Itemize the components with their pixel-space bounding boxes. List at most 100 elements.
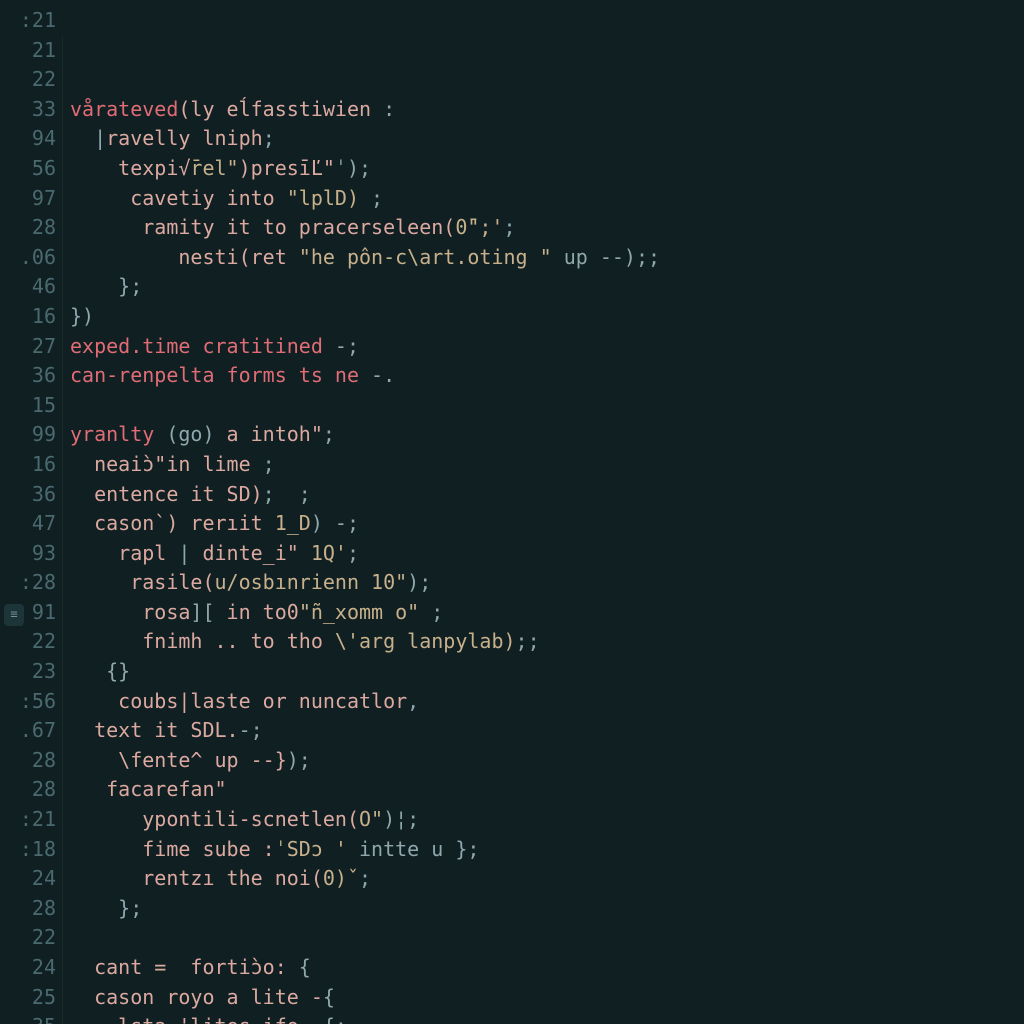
line-number: :21	[0, 805, 56, 835]
token: {	[299, 955, 311, 979]
line-number: 16	[0, 302, 56, 332]
token: intte u };	[347, 837, 479, 861]
token: r̄el"	[190, 156, 238, 180]
token: \fente^ up --}	[70, 748, 287, 772]
code-line[interactable]	[70, 923, 1024, 953]
token: vårateved	[70, 97, 178, 121]
code-line[interactable]: text it SDL.-;	[70, 716, 1024, 746]
token: ;	[263, 126, 275, 150]
code-line[interactable]: nesti(ret "he pôn-c\art.oting " up --);;	[70, 243, 1024, 273]
code-line[interactable]: neaiɔ̀"in lime ;	[70, 450, 1024, 480]
token: ;	[359, 186, 383, 210]
code-line[interactable]: fnimh .. to tho \'arg lanpylab);;	[70, 627, 1024, 657]
line-number: 23	[0, 657, 56, 687]
token: lsta 'lites_ifo.	[70, 1014, 323, 1024]
token: in to0	[215, 600, 299, 624]
token: );	[287, 748, 311, 772]
token: a intoh"	[215, 422, 323, 446]
token: ; ;	[263, 482, 311, 506]
token: ) -;	[311, 511, 359, 535]
code-line[interactable]: entence it SD); ;	[70, 480, 1024, 510]
token: yranlty	[70, 422, 166, 446]
code-line[interactable]: };	[70, 272, 1024, 302]
token: );	[407, 570, 431, 594]
line-number: :56	[0, 687, 56, 717]
code-line[interactable]	[70, 391, 1024, 421]
token: 1Q'	[311, 541, 347, 565]
token: rosa	[70, 600, 190, 624]
token: fime sube :	[70, 837, 275, 861]
code-line[interactable]: cason royo a lite -{	[70, 983, 1024, 1013]
token: cant = fortiɔ̀o:	[70, 955, 299, 979]
gutter-marker-icon[interactable]: ≡	[4, 604, 24, 626]
code-line[interactable]: facarefan"	[70, 775, 1024, 805]
code-line[interactable]: can-renpelta forms ts ne -.	[70, 361, 1024, 391]
line-number: .67	[0, 716, 56, 746]
token: "he pôn-c\art.oting "	[299, 245, 552, 269]
code-line[interactable]: })	[70, 302, 1024, 332]
line-number: .06	[0, 243, 56, 273]
token: (ly eĺfasstiwien	[178, 97, 383, 121]
token: neaiɔ̀"in lime	[70, 452, 263, 476]
token: ;	[359, 866, 371, 890]
line-number: 25	[0, 983, 56, 1013]
token: ;	[347, 541, 359, 565]
token: ][	[190, 600, 214, 624]
code-line[interactable]: texpi√r̄el")presīĽ"ˈ);	[70, 154, 1024, 184]
code-line[interactable]: lsta 'lites_ifo. {;	[70, 1012, 1024, 1024]
token: ramity it to pracerseleen(	[70, 215, 455, 239]
token: texpi√	[70, 156, 190, 180]
code-line[interactable]: \fente^ up --});	[70, 746, 1024, 776]
line-number: :21	[0, 6, 56, 36]
token: facarefan"	[70, 777, 227, 801]
token: |	[178, 541, 190, 565]
token: )presīĽ"	[239, 156, 335, 180]
token: ;	[503, 215, 515, 239]
code-line[interactable]: vårateved(ly eĺfasstiwien :	[70, 95, 1024, 125]
code-line[interactable]: |ravelly lniph;	[70, 124, 1024, 154]
line-number: 28	[0, 746, 56, 776]
token: ravelly lniph	[106, 126, 263, 150]
code-line[interactable]: rapl | dinte_i" 1Q';	[70, 539, 1024, 569]
code-line[interactable]: yranlty (go) a intoh";	[70, 420, 1024, 450]
code-line[interactable]: cant = fortiɔ̀o: {	[70, 953, 1024, 983]
line-number: 46	[0, 272, 56, 302]
line-number: 35	[0, 1012, 56, 1024]
code-line[interactable]: ramity it to pracerseleen(0̄";';	[70, 213, 1024, 243]
line-number: 27	[0, 332, 56, 362]
token	[70, 126, 94, 150]
token: -.	[371, 363, 395, 387]
code-line[interactable]: coubs|laste or nuncatlor,	[70, 687, 1024, 717]
code-line[interactable]: cason`) rerıit 1_D) -;	[70, 509, 1024, 539]
line-number: 47	[0, 509, 56, 539]
code-line[interactable]: exped.time cratitined -;	[70, 332, 1024, 362]
token: ;	[263, 452, 275, 476]
line-number: 24	[0, 953, 56, 983]
fold-guide	[62, 36, 63, 1024]
line-number: 24	[0, 864, 56, 894]
code-line[interactable]: };	[70, 894, 1024, 924]
code-line[interactable]: ypontili-scnetlen(O")¦;	[70, 805, 1024, 835]
line-number: 15	[0, 391, 56, 421]
line-number: 93	[0, 539, 56, 569]
code-area[interactable]: vårateved(ly eĺfasstiwien : |ravelly lni…	[70, 6, 1024, 1024]
code-line[interactable]: cavetiy into "lplD) ;	[70, 184, 1024, 214]
token: 1_D	[275, 511, 311, 535]
token: )¦;	[383, 807, 419, 831]
code-line[interactable]: rosa][ in to0"ñ_xomm o" ;	[70, 598, 1024, 628]
code-line[interactable]: rasile(u/osbınrienn 10");	[70, 568, 1024, 598]
code-line[interactable]: fime sube :ˈSDɔ ' intte u };	[70, 835, 1024, 865]
code-line[interactable]: rentzı the noi(0)ˇ;	[70, 864, 1024, 894]
token: rentzı the noi(	[70, 866, 323, 890]
line-number: 16	[0, 450, 56, 480]
token: cason`) rerıit	[70, 511, 275, 535]
code-editor[interactable]: :2121223394569728.0646162736159916364793…	[0, 0, 1024, 1024]
token: rasile(	[70, 570, 215, 594]
token: {}	[70, 659, 130, 683]
token: 0)ˇ	[323, 866, 359, 890]
token: \'arg lanpylab)	[335, 629, 516, 653]
token: exped.time cratitined	[70, 334, 335, 358]
code-line[interactable]: {}	[70, 657, 1024, 687]
token: -;	[335, 334, 359, 358]
token: O"	[359, 807, 383, 831]
